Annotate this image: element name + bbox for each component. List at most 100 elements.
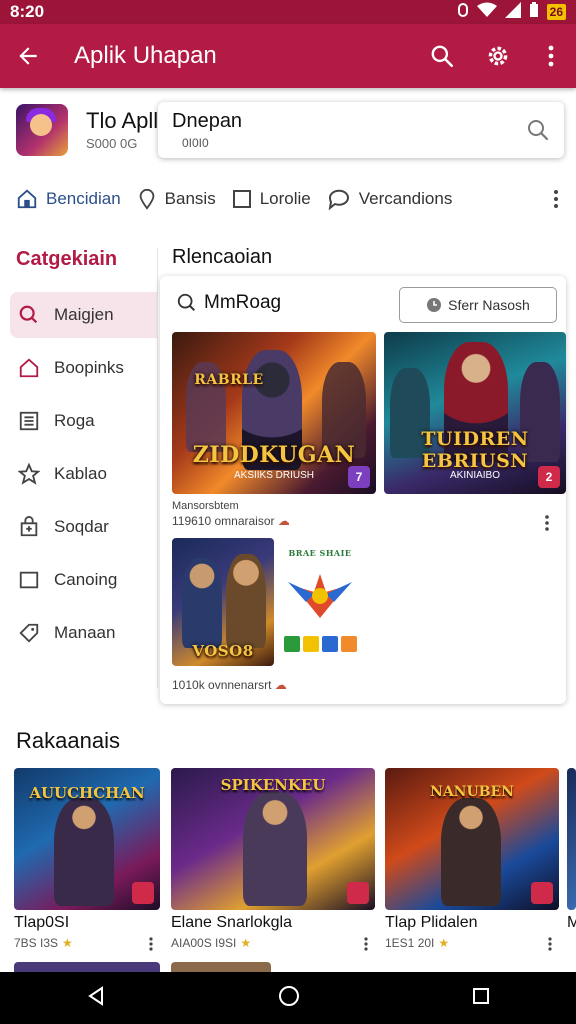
sidebar-item-maigjen[interactable]: Maigjen bbox=[10, 292, 158, 338]
tab-bansis[interactable]: Bansis bbox=[129, 176, 224, 222]
search-icon bbox=[431, 45, 454, 68]
search-icon[interactable] bbox=[526, 118, 550, 147]
game-thumbnail[interactable]: VOSO8 bbox=[172, 538, 274, 666]
badge-icon bbox=[347, 882, 369, 904]
panel-search[interactable]: MmRoag bbox=[176, 292, 281, 314]
badge-icon bbox=[132, 882, 154, 904]
tab-lorolie[interactable]: Lorolie bbox=[224, 176, 319, 222]
filter-button[interactable]: Sferr Nasosh bbox=[399, 287, 557, 323]
alarm-icon bbox=[457, 2, 469, 23]
system-nav-bar bbox=[0, 972, 576, 1024]
recommended-title: Rakaanais bbox=[16, 728, 120, 753]
game-thumbnail[interactable]: BRAE SHAIE bbox=[280, 538, 360, 666]
more-vert-icon bbox=[545, 515, 549, 531]
recommended-card[interactable]: M bbox=[567, 768, 576, 932]
nav-home-button[interactable] bbox=[277, 984, 301, 1013]
caption-more-button[interactable] bbox=[544, 514, 550, 537]
sidebar-item-roga[interactable]: Roga bbox=[10, 398, 158, 444]
recommended-more-button[interactable] bbox=[363, 936, 369, 957]
nav-back-button[interactable] bbox=[85, 985, 107, 1012]
sidebar-item-label: Kablao bbox=[54, 464, 107, 483]
recommended-name: Elane Snarlokgla bbox=[171, 914, 292, 931]
app-icon[interactable] bbox=[16, 104, 68, 156]
filter-button-label: Sferr Nasosh bbox=[448, 297, 530, 313]
recommended-card[interactable]: SPIKENKEU Elane Snarlokgla AIA00S I9SI ★ bbox=[171, 768, 375, 951]
thumbnail-caption-title: Mansorsbtem bbox=[172, 500, 239, 512]
cloud-icon: ☁ bbox=[274, 678, 287, 692]
settings-button[interactable] bbox=[470, 24, 526, 88]
tab-bencidian[interactable]: Bencidian bbox=[0, 176, 129, 222]
bag-icon bbox=[20, 516, 38, 537]
search-card-sub: 0I0I0 bbox=[182, 136, 209, 150]
sidebar-item-canoing[interactable]: Canoing bbox=[10, 557, 158, 603]
square-icon bbox=[19, 571, 39, 589]
recommended-image-title: NANUBEN bbox=[430, 784, 514, 800]
sidebar-item-label: Boopinks bbox=[54, 358, 124, 377]
search-card-title: Dnepan bbox=[172, 110, 243, 132]
sidebar-title: Catgekiain bbox=[16, 248, 118, 270]
tab-bar: Bencidian Bansis Lorolie Vercandions bbox=[0, 176, 576, 222]
tab-vercandions[interactable]: Vercandions bbox=[319, 176, 461, 222]
eagle-logo-icon bbox=[288, 574, 352, 618]
app-badges-row bbox=[284, 636, 357, 652]
recommended-image-title: AUUCHCHAN bbox=[29, 784, 145, 802]
recommended-more-button[interactable] bbox=[547, 936, 553, 957]
sidebar-item-label: Maigjen bbox=[54, 305, 114, 324]
star-icon: ★ bbox=[240, 936, 252, 950]
location-pin-icon bbox=[139, 188, 155, 210]
sidebar-item-kablao[interactable]: Kablao bbox=[10, 451, 158, 497]
thumbnail-top-title: BRAE SHAIE bbox=[288, 548, 352, 558]
recommended-image: SPIKENKEU bbox=[171, 768, 375, 910]
cloud-icon: ☁ bbox=[277, 514, 290, 528]
tabs-more-button[interactable] bbox=[536, 189, 576, 209]
arrow-left-icon bbox=[19, 47, 37, 65]
star-icon: ★ bbox=[62, 936, 73, 950]
more-vert-icon bbox=[149, 937, 153, 951]
recommended-card[interactable]: AUUCHCHAN Tlap0SI 7BS I3S ★ bbox=[14, 768, 160, 951]
search-button[interactable] bbox=[414, 24, 470, 88]
recommended-more-button[interactable] bbox=[148, 936, 154, 957]
search-card[interactable]: Dnepan 0I0I0 bbox=[158, 102, 564, 158]
house-icon bbox=[19, 358, 39, 378]
app-name: Tlo Apll bbox=[86, 108, 159, 133]
status-bar: 8:20 26 bbox=[0, 0, 576, 24]
recommended-image bbox=[567, 768, 576, 910]
sidebar-item-manaan[interactable]: Manaan bbox=[10, 610, 158, 656]
recommended-image-title: SPIKENKEU bbox=[220, 776, 326, 794]
more-vert-icon bbox=[548, 937, 552, 951]
recommended-card[interactable]: NANUBEN Tlap Plidalen 1ES1 20I ★ bbox=[385, 768, 559, 951]
app-bar-actions bbox=[414, 24, 576, 88]
signal-icon bbox=[504, 1, 521, 23]
square-recents-icon bbox=[473, 987, 489, 1004]
sidebar-item-soqdar[interactable]: Soqdar bbox=[10, 504, 158, 550]
panel-search-label: MmRoag bbox=[204, 292, 282, 313]
thumbnail-caption: 1010k ovnnenarsrt ☁ bbox=[172, 678, 287, 692]
recommended-image-peek bbox=[171, 962, 271, 972]
sidebar-item-boopinks[interactable]: Boopinks bbox=[10, 345, 158, 391]
recommended-image: NANUBEN bbox=[385, 768, 559, 910]
more-vert-icon bbox=[554, 190, 558, 208]
tag-icon bbox=[19, 623, 39, 643]
battery-badge: 26 bbox=[546, 4, 566, 20]
recommended-image-peek bbox=[14, 962, 160, 972]
tab-label: Lorolie bbox=[259, 189, 311, 208]
thumbnail-sub: AKSIIKS DRIUSH bbox=[233, 470, 315, 481]
more-vert-icon bbox=[548, 45, 554, 67]
sidebar-item-label: Manaan bbox=[54, 623, 116, 642]
sidebar-item-label: Canoing bbox=[54, 570, 118, 589]
recommended-name: M bbox=[567, 914, 576, 931]
game-thumbnail[interactable]: RABRLE ZIDDKUGAN AKSIIKS DRIUSH 7 bbox=[172, 332, 376, 494]
recommended-image: AUUCHCHAN bbox=[14, 768, 160, 910]
status-time: 8:20 bbox=[10, 2, 45, 21]
tab-label: Bencidian bbox=[46, 189, 121, 208]
recommended-name: Tlap0SI bbox=[14, 914, 70, 931]
square-icon bbox=[232, 190, 251, 208]
back-button[interactable] bbox=[0, 24, 56, 88]
game-thumbnail[interactable]: TUIDREN EBRIUSN AKINIAIBO 2 bbox=[384, 332, 566, 494]
star-icon: ★ bbox=[438, 936, 450, 950]
app-bar: Aplik Uhapan bbox=[0, 24, 576, 88]
nav-recents-button[interactable] bbox=[471, 986, 491, 1011]
tab-label: Bansis bbox=[164, 189, 216, 208]
gear-icon bbox=[488, 46, 508, 66]
more-button[interactable] bbox=[526, 24, 576, 88]
